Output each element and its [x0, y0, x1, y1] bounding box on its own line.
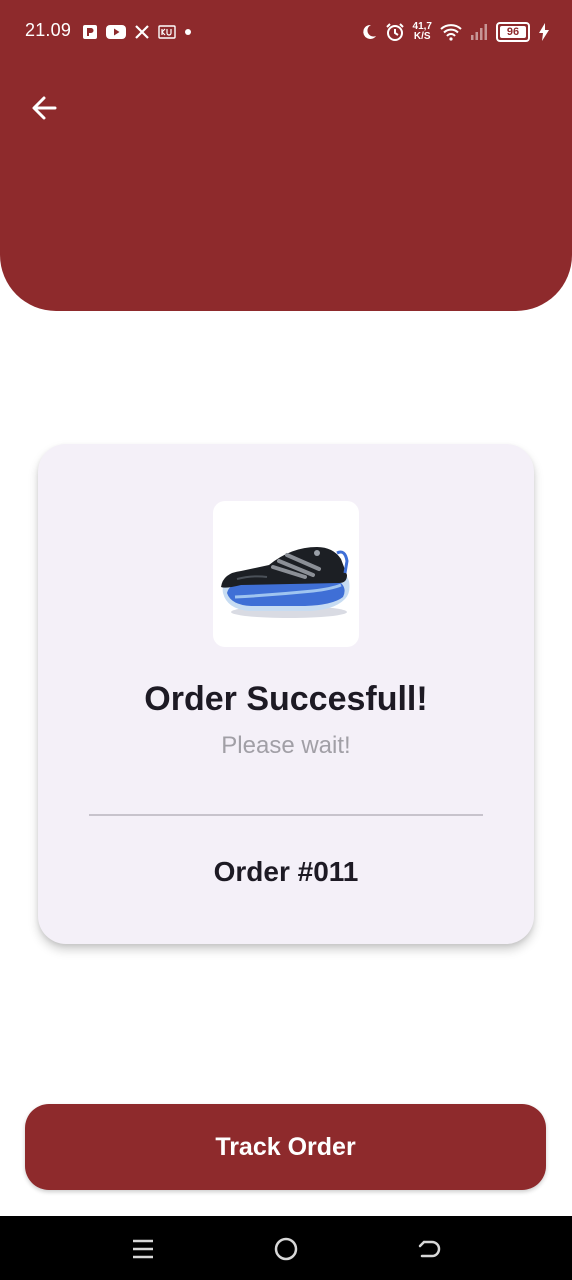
- back-icon[interactable]: [414, 1234, 444, 1264]
- battery-icon: 96: [496, 22, 530, 42]
- order-title: Order Succesfull!: [144, 680, 428, 718]
- order-subtitle: Please wait!: [221, 732, 351, 759]
- network-speed: 41,7 K/S: [412, 21, 432, 42]
- system-nav-bar: [0, 1216, 572, 1280]
- order-success-card: Order Succesfull! Please wait! Order #01…: [38, 444, 534, 944]
- arrow-left-icon: [30, 94, 58, 122]
- order-number: Order #011: [213, 856, 359, 887]
- back-button[interactable]: [24, 88, 64, 128]
- menu-icon[interactable]: [128, 1234, 158, 1264]
- p-icon: [82, 24, 98, 40]
- kuk-icon: [158, 25, 176, 39]
- running-shoe-image: [221, 547, 350, 618]
- moon-icon: [359, 23, 377, 41]
- battery-level: 96: [506, 26, 520, 38]
- status-bar: 21.09 41,7 K/S 96: [0, 0, 572, 64]
- youtube-icon: [106, 25, 126, 39]
- alarm-icon: [385, 22, 405, 42]
- divider: [89, 814, 483, 816]
- x-icon: [134, 24, 150, 40]
- track-order-button[interactable]: Track Order: [25, 1104, 546, 1190]
- header-banner: 21.09 41,7 K/S 96: [0, 0, 572, 311]
- product-image: [213, 501, 359, 647]
- signal-icon: [470, 23, 488, 41]
- dot-icon: [184, 28, 192, 36]
- status-time: 21.09: [25, 20, 72, 40]
- home-icon[interactable]: [271, 1234, 301, 1264]
- wifi-icon: [440, 23, 462, 41]
- charging-icon: [538, 23, 550, 41]
